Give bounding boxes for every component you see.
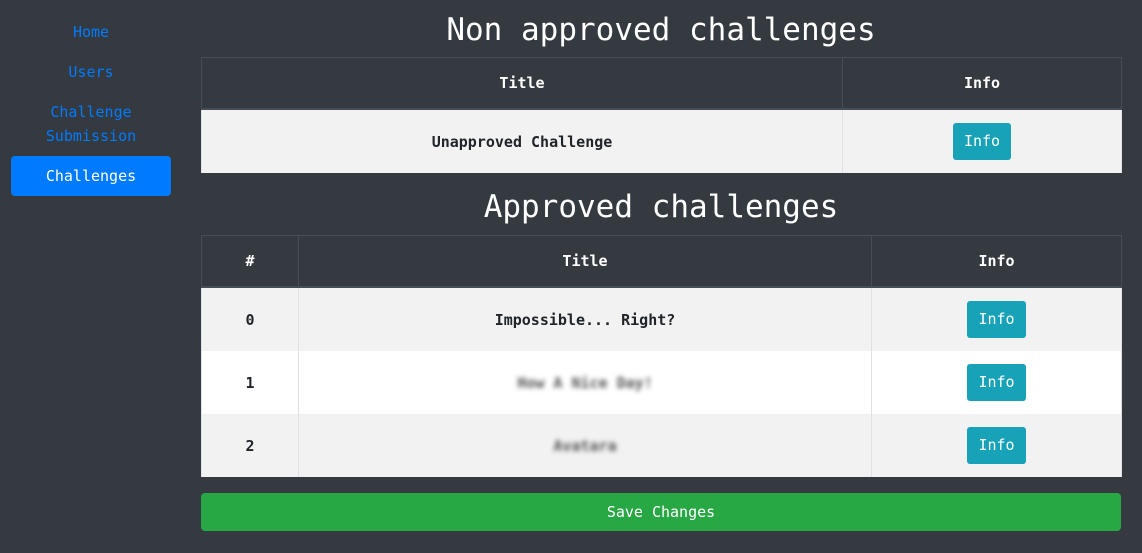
challenge-title: How A Nice Day!	[298, 351, 872, 414]
info-button[interactable]: Info	[967, 301, 1026, 338]
table-header-row: Title Info	[201, 57, 1122, 110]
challenge-index: 1	[201, 351, 299, 414]
info-cell: Info	[842, 109, 1122, 173]
info-cell: Info	[871, 351, 1122, 414]
sidebar-item-users[interactable]: Users	[11, 52, 171, 92]
obscured-title: Avatara	[553, 436, 617, 455]
column-header-info: Info	[871, 235, 1122, 288]
sidebar-item-home[interactable]: Home	[11, 12, 171, 52]
main-content: Non approved challenges Title Info Unapp…	[201, 0, 1122, 531]
info-button[interactable]: Info	[967, 427, 1026, 464]
column-header-title: Title	[201, 57, 843, 110]
non-approved-table: Title Info Unapproved Challenge Info	[201, 57, 1122, 173]
column-header-title: Title	[298, 235, 872, 288]
table-row: Unapproved Challenge Info	[201, 109, 1122, 173]
obscured-title: How A Nice Day!	[517, 373, 653, 392]
info-cell: Info	[871, 287, 1122, 351]
column-header-info: Info	[842, 57, 1122, 110]
save-changes-button[interactable]: Save Changes	[201, 493, 1121, 531]
table-row: 1 How A Nice Day! Info	[201, 351, 1122, 414]
sidebar-item-challenges[interactable]: Challenges	[11, 156, 171, 196]
column-header-index: #	[201, 235, 299, 288]
challenge-title: Avatara	[298, 414, 872, 477]
challenge-index: 2	[201, 414, 299, 477]
approved-table: # Title Info 0 Impossible... Right? Info…	[201, 235, 1122, 477]
info-button[interactable]: Info	[952, 123, 1012, 160]
info-cell: Info	[871, 414, 1122, 477]
challenge-title: Unapproved Challenge	[201, 109, 843, 173]
sidebar: Home Users Challenge Submission Challeng…	[11, 12, 171, 196]
info-button[interactable]: Info	[967, 364, 1026, 401]
table-header-row: # Title Info	[201, 235, 1122, 288]
challenge-title: Impossible... Right?	[298, 287, 872, 351]
sidebar-item-challenge-submission[interactable]: Challenge Submission	[11, 92, 171, 156]
non-approved-heading: Non approved challenges	[446, 12, 876, 48]
approved-heading: Approved challenges	[483, 189, 839, 225]
table-row: 2 Avatara Info	[201, 414, 1122, 477]
challenge-index: 0	[201, 287, 299, 351]
table-row: 0 Impossible... Right? Info	[201, 287, 1122, 351]
